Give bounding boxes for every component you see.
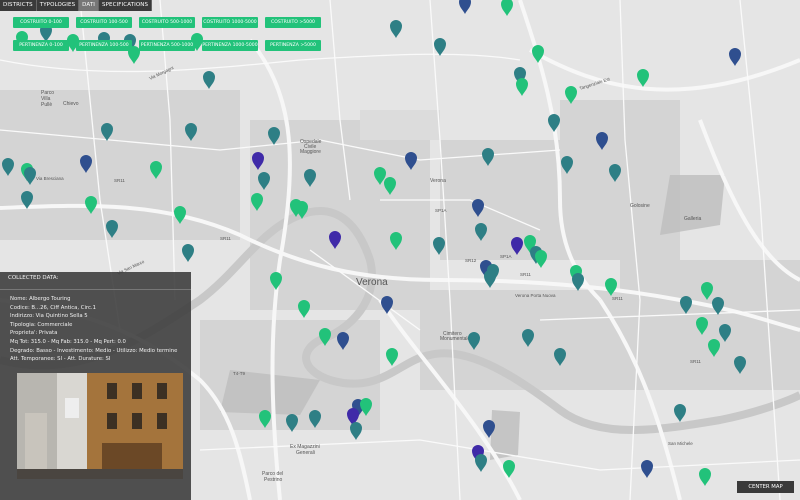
svg-text:SR11: SR11 bbox=[612, 296, 623, 301]
filter-costruito-5000[interactable]: COSTRUITO >5000 bbox=[265, 17, 321, 28]
svg-text:SR12: SR12 bbox=[465, 258, 477, 263]
panel-line-condition: Degrado: Basso - Investimento: Medio - U… bbox=[10, 347, 178, 354]
svg-text:SP1A: SP1A bbox=[500, 254, 512, 259]
svg-text:SR11: SR11 bbox=[114, 178, 125, 183]
tab-specifications[interactable]: SPECIFICATIONS bbox=[99, 0, 153, 11]
filter-costruito-500-1000[interactable]: COSTRUITO 500-1000 bbox=[139, 17, 195, 28]
panel-line-activities: Att. Temporanee: SI - Att. Durature: SI bbox=[10, 356, 111, 363]
filter-row-costruito: COSTRUITO 0-100 COSTRUITO 100-500 COSTRU… bbox=[13, 17, 321, 28]
svg-text:Pestrino: Pestrino bbox=[264, 477, 283, 483]
tab-districts[interactable]: DISTRICTS bbox=[0, 0, 37, 11]
svg-text:Pullè: Pullè bbox=[41, 102, 52, 108]
filter-pertinenza-5000[interactable]: PERTINENZA >5000 bbox=[265, 40, 321, 51]
filter-pertinenza-0-100[interactable]: PERTINENZA 0-100 bbox=[13, 40, 69, 51]
svg-text:SR11: SR11 bbox=[520, 272, 531, 277]
svg-text:Generali: Generali bbox=[296, 450, 315, 456]
panel-heading: COLLECTED DATA: bbox=[0, 272, 191, 290]
svg-text:T4-T9: T4-T9 bbox=[233, 371, 245, 376]
center-map-button[interactable]: CENTER MAP bbox=[737, 481, 794, 493]
svg-text:SR11: SR11 bbox=[220, 236, 231, 241]
city-label: Verona bbox=[356, 277, 388, 288]
panel-line-code: Codice: B...26, Ciff Antica, Circ.1 bbox=[10, 304, 96, 311]
filter-pertinenza-500-1000[interactable]: PERTINENZA 500-1000 bbox=[139, 40, 195, 51]
svg-text:Via Bresciana: Via Bresciana bbox=[36, 176, 64, 181]
filter-costruito-1000-5000[interactable]: COSTRUITO 1000-5000 bbox=[202, 17, 258, 28]
filter-pertinenza-1000-5000[interactable]: PERTINENZA 1000-5000 bbox=[202, 40, 258, 51]
svg-text:Verona: Verona bbox=[430, 178, 446, 184]
panel-line-ownership: Proprieta': Privata bbox=[10, 330, 58, 337]
park-area bbox=[360, 110, 440, 140]
filter-costruito-0-100[interactable]: COSTRUITO 0-100 bbox=[13, 17, 69, 28]
svg-text:Maggiore: Maggiore bbox=[300, 149, 321, 155]
building-photo bbox=[17, 373, 183, 479]
panel-line-name: Nome: Albergo Touring bbox=[10, 296, 71, 302]
panel-line-area: Mq Tot: 315.0 - Mq Fab: 315.0 - Mq Pert:… bbox=[10, 338, 126, 345]
top-navigation: DISTRICTS TYPOLOGIES DATI SPECIFICATIONS bbox=[0, 0, 153, 11]
tab-typologies[interactable]: TYPOLOGIES bbox=[37, 0, 80, 11]
tab-dati[interactable]: DATI bbox=[79, 0, 100, 11]
filter-row-pertinenza: PERTINENZA 0-100 PERTINENZA 100-500 PERT… bbox=[13, 40, 321, 51]
svg-text:Chievo: Chievo bbox=[63, 101, 79, 107]
filter-pertinenza-100-500[interactable]: PERTINENZA 100-500 bbox=[76, 40, 132, 51]
panel-line-typology: Tipologia: Commerciale bbox=[10, 321, 73, 328]
panel-line-address: Indirizzo: Via Quintino Sella 5 bbox=[10, 313, 88, 320]
svg-text:Verona Porta Nuova: Verona Porta Nuova bbox=[515, 293, 556, 298]
svg-text:Monumentale: Monumentale bbox=[440, 336, 471, 342]
svg-text:San Michele: San Michele bbox=[668, 441, 693, 446]
svg-text:SP1A: SP1A bbox=[435, 208, 447, 213]
svg-text:Galleria: Galleria bbox=[684, 216, 701, 222]
svg-text:SR11: SR11 bbox=[690, 359, 701, 364]
filter-costruito-100-500[interactable]: COSTRUITO 100-500 bbox=[76, 17, 132, 28]
svg-text:Golosine: Golosine bbox=[630, 203, 650, 209]
